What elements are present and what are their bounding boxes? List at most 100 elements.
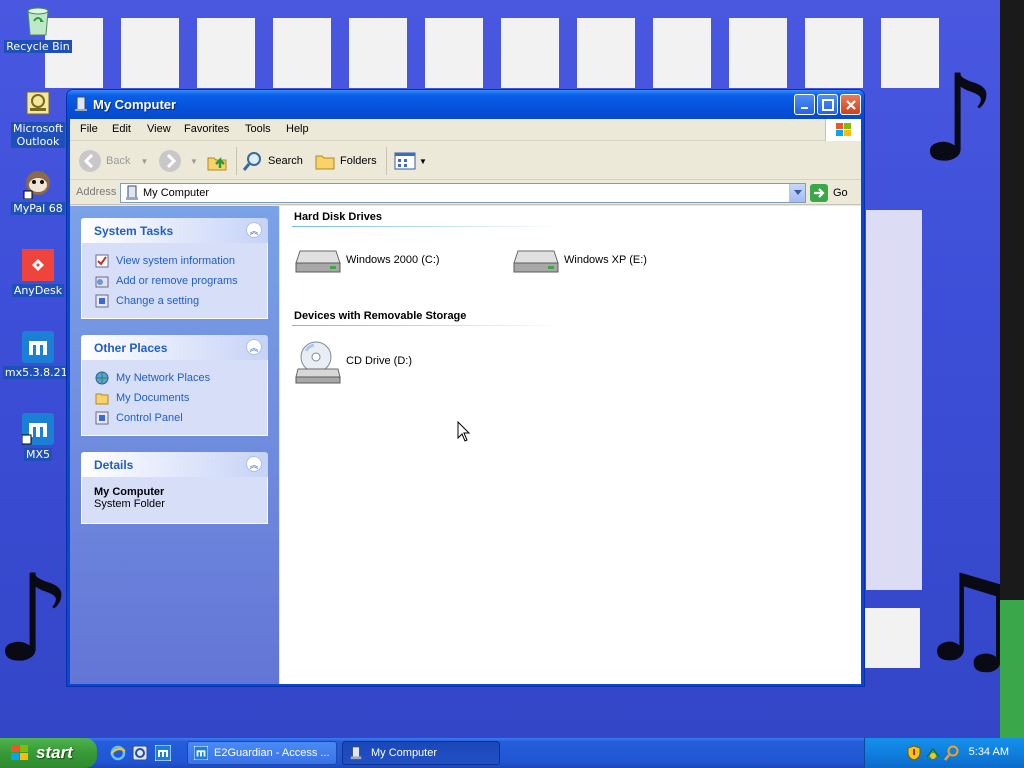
address-label: Address: [76, 186, 117, 198]
network-icon[interactable]: [925, 745, 941, 764]
chevron-down-icon: [793, 190, 802, 195]
place-label: My Network Places: [116, 372, 211, 384]
taskbar-item-label: My Computer: [371, 747, 438, 759]
hard-drive-icon: [294, 240, 342, 280]
my-computer-window: My Computer File Edit View Favorites Too…: [66, 89, 865, 687]
windows-flag-icon: [11, 745, 28, 760]
address-dropdown-button[interactable]: [789, 184, 805, 202]
search-button[interactable]: Search: [242, 149, 303, 173]
group-header-hard-disks: Hard Disk Drives: [294, 211, 383, 223]
up-button[interactable]: [206, 149, 228, 173]
desktop-icon-label: Recycle Bin: [4, 40, 72, 53]
desktop-icon-mx5[interactable]: MX5: [1, 412, 75, 461]
minimize-button[interactable]: [794, 94, 815, 115]
address-input[interactable]: My Computer: [120, 183, 806, 203]
quick-launch-icon[interactable]: [132, 745, 148, 761]
security-shield-icon[interactable]: [907, 745, 921, 764]
panel-body: View system information Add or remove pr…: [81, 243, 268, 319]
menu-file[interactable]: File: [80, 123, 98, 135]
desktop-icon-outlook[interactable]: Microsoft Outlook: [1, 86, 75, 148]
folders-button[interactable]: Folders: [314, 149, 377, 173]
place-label: Control Panel: [116, 412, 183, 424]
drive-windows-2000-c[interactable]: Windows 2000 (C:): [294, 240, 440, 280]
place-control-panel[interactable]: Control Panel: [94, 408, 267, 428]
forward-dropdown-icon[interactable]: ▼: [190, 157, 198, 166]
desktop-icon-label: mx5.3.8.21.: [2, 366, 74, 379]
maxthon-icon[interactable]: [154, 744, 172, 762]
toolbar: Back ▼ ▼ Search Folders ▼: [70, 142, 861, 180]
folders-label: Folders: [340, 155, 377, 167]
group-header-removable: Devices with Removable Storage: [294, 310, 467, 322]
network-places-icon: [94, 370, 110, 386]
views-dropdown-icon: ▼: [419, 156, 427, 166]
go-label: Go: [833, 187, 848, 199]
collapse-chevron-icon[interactable]: ︽: [246, 222, 262, 238]
folder-up-icon: [207, 156, 227, 171]
back-button[interactable]: Back ▼: [78, 149, 148, 173]
maxthon-icon: [21, 330, 55, 364]
system-info-icon: [94, 253, 110, 269]
task-label: View system information: [116, 255, 236, 267]
panel-header[interactable]: Other Places ︽: [81, 335, 268, 360]
desktop-icon-label: Microsoft Outlook: [10, 122, 66, 148]
internet-explorer-icon[interactable]: [110, 745, 126, 761]
place-my-documents[interactable]: My Documents: [94, 388, 267, 408]
task-view-system-information[interactable]: View system information: [94, 251, 267, 271]
collapse-chevron-icon[interactable]: ︽: [246, 456, 262, 472]
desktop-icon-mypal[interactable]: MyPal 68: [1, 166, 75, 215]
menu-tools[interactable]: Tools: [245, 123, 271, 135]
desktop-icon-label: MX5: [23, 448, 53, 461]
panel-header[interactable]: System Tasks ︽: [81, 218, 268, 243]
forward-button[interactable]: ▼: [158, 149, 198, 173]
label-line-1: Microsoft: [12, 122, 64, 135]
collapse-chevron-icon[interactable]: ︽: [246, 339, 262, 355]
start-label: start: [36, 743, 73, 762]
my-documents-icon: [94, 390, 110, 406]
menu-help[interactable]: Help: [286, 123, 309, 135]
desktop-icon-label: AnyDesk: [11, 284, 65, 297]
taskbar-item-my-computer[interactable]: My Computer: [342, 741, 500, 765]
panel-header[interactable]: Details ︽: [81, 452, 268, 477]
drive-windows-xp-e[interactable]: Windows XP (E:): [512, 240, 647, 280]
control-panel-icon: [94, 410, 110, 426]
go-button[interactable]: Go: [810, 183, 848, 203]
desktop-icon-mx5-installer[interactable]: mx5.3.8.21.: [1, 330, 75, 379]
desktop-icon-anydesk[interactable]: AnyDesk: [1, 248, 75, 297]
music-note-decoration: ♪: [920, 50, 997, 189]
menu-favorites[interactable]: Favorites: [184, 123, 229, 135]
task-add-remove-programs[interactable]: Add or remove programs: [94, 271, 267, 291]
anydesk-icon: [21, 248, 55, 282]
mouse-pointer-icon: [457, 420, 471, 446]
system-tasks-panel: System Tasks ︽ View system information A…: [81, 218, 268, 319]
close-icon: [845, 99, 856, 110]
clock[interactable]: 5:34 AM: [969, 746, 1009, 758]
go-arrow-icon: [810, 184, 828, 202]
folders-icon: [315, 155, 335, 170]
wallpaper-panel: [866, 210, 922, 590]
start-button[interactable]: start: [0, 738, 97, 768]
maximize-button[interactable]: [817, 94, 838, 115]
panel-title: System Tasks: [94, 224, 174, 238]
window-titlebar[interactable]: My Computer: [67, 90, 864, 119]
other-places-panel: Other Places ︽ My Network Places My Docu…: [81, 335, 268, 436]
close-button[interactable]: [840, 94, 861, 115]
taskbar-item-e2guardian[interactable]: E2Guardian - Access ...: [187, 741, 337, 765]
file-view[interactable]: Hard Disk Drives Windows 2000 (C:) Windo…: [280, 206, 861, 684]
toolbar-separator: [236, 147, 237, 175]
menu-view[interactable]: View: [147, 123, 171, 135]
views-button[interactable]: ▼: [394, 149, 427, 173]
drive-cd-d[interactable]: CD Drive (D:): [294, 336, 412, 386]
desktop-icon-recycle-bin[interactable]: Recycle Bin: [1, 4, 75, 53]
wallpaper-green: [1000, 600, 1024, 738]
system-tray: 5:34 AM: [864, 738, 1024, 768]
task-change-setting[interactable]: Change a setting: [94, 291, 267, 311]
menu-edit[interactable]: Edit: [112, 123, 131, 135]
window-client: File Edit View Favorites Tools Help Back…: [70, 119, 861, 684]
task-label: Change a setting: [116, 295, 200, 307]
address-value: My Computer: [143, 187, 210, 199]
panel-body: My Computer System Folder: [81, 477, 268, 524]
computer-icon: [350, 746, 362, 760]
search-tray-icon[interactable]: [944, 745, 960, 764]
back-dropdown-icon[interactable]: ▼: [140, 157, 148, 166]
place-my-network-places[interactable]: My Network Places: [94, 368, 267, 388]
